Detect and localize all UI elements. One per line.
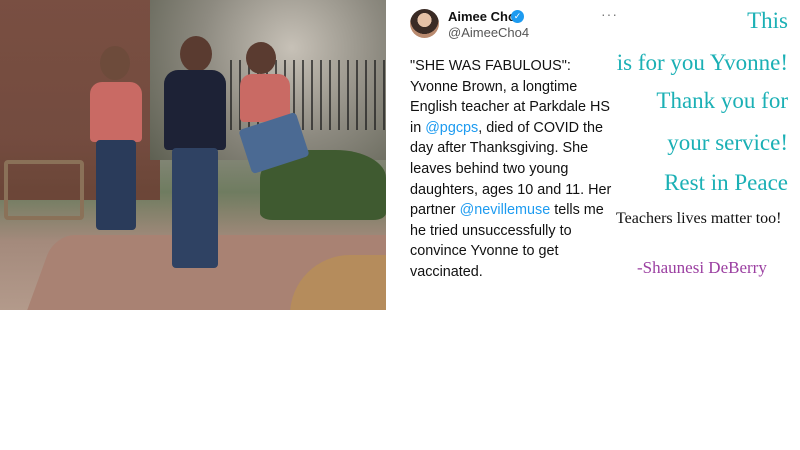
bench	[4, 160, 84, 220]
family-photo	[0, 0, 386, 310]
tribute-line: your service!	[667, 130, 788, 155]
mention-link[interactable]: @pgcps	[425, 120, 478, 136]
tribute-line: is for you Yvonne!	[616, 50, 788, 75]
tribute-line: Thank you for	[656, 88, 788, 113]
signature: -Shaunesi DeBerry	[637, 258, 767, 277]
tribute-line: This	[747, 8, 788, 33]
tribute-note: Teachers lives matter too!	[616, 210, 782, 227]
tweet-text: "SHE WAS FABULOUS": Yvonne Brown, a long…	[410, 56, 620, 283]
tweet-card: Aimee Cho ✓ @AimeeCho4 ··· "SHE WAS FABU…	[386, 0, 624, 310]
tweet-author-handle[interactable]: @AimeeCho4	[448, 25, 529, 40]
avatar[interactable]	[410, 9, 439, 38]
mention-link[interactable]: @nevillemuse	[460, 202, 551, 218]
tribute-panel: This is for you Yvonne! Thank you for yo…	[600, 0, 800, 310]
tribute-line: Rest in Peace	[664, 170, 788, 195]
verified-badge-icon: ✓	[511, 10, 524, 23]
tweet-author-name[interactable]: Aimee Cho	[448, 9, 516, 24]
